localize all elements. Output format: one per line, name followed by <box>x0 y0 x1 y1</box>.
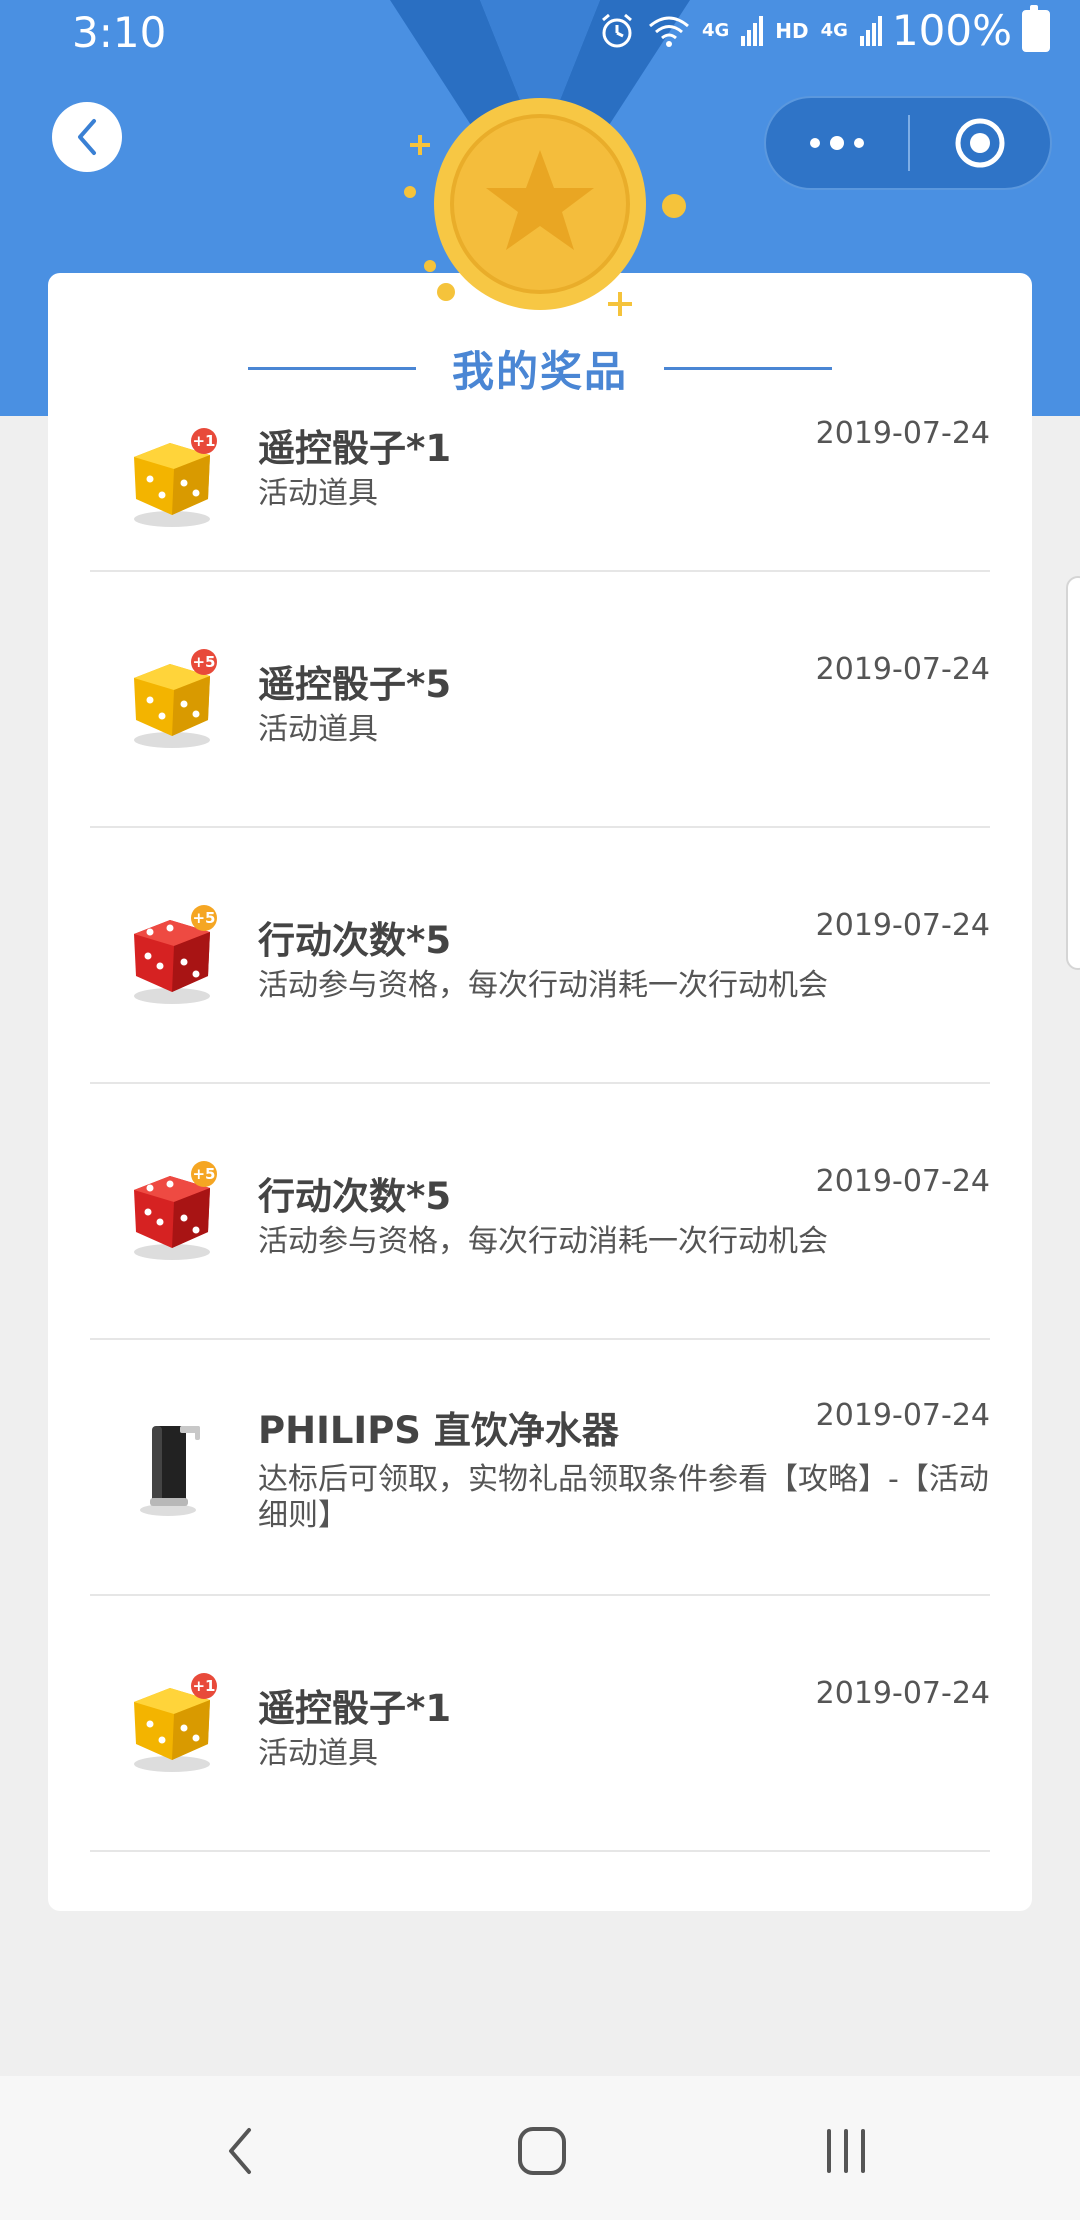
prize-date: 2019-07-24 <box>815 908 990 943</box>
prize-name: 行动次数*5 <box>258 919 452 962</box>
prize-item[interactable]: +5 行动次数*5 活动参与资格，每次行动消耗一次行动机会 2019-07-24 <box>90 828 990 1084</box>
svg-text:+1: +1 <box>192 432 215 450</box>
close-miniprogram-button[interactable] <box>910 98 1050 188</box>
prize-card: 我的奖品 +1 遥控骰子*1 活动道具 2019-07-24 +5 遥控骰子*5… <box>48 273 1032 1911</box>
prize-desc: 活动道具 <box>258 712 378 747</box>
dice-red-plus5-icon: +5 <box>134 905 217 1004</box>
prize-name: 行动次数*5 <box>258 1175 452 1218</box>
prize-list: +1 遥控骰子*1 活动道具 2019-07-24 +5 遥控骰子*5 活动道具… <box>90 416 990 1852</box>
dice-gold-plus1-icon: +1 <box>134 1673 217 1772</box>
title-line-right <box>664 366 832 370</box>
system-nav-bar <box>0 2076 1080 2220</box>
signal-icon-1 <box>741 15 764 46</box>
network-label-1: 4G <box>701 20 730 41</box>
dice-red-plus5-icon: +5 <box>134 1161 217 1260</box>
svg-text:+5: +5 <box>192 909 215 927</box>
chevron-left-icon <box>78 119 96 155</box>
nav-back-button[interactable] <box>200 2116 280 2186</box>
prize-desc: 活动参与资格，每次行动消耗一次行动机会 <box>258 968 828 1003</box>
prize-date: 2019-07-24 <box>815 1676 990 1711</box>
signal-icon-2 <box>859 15 882 46</box>
nav-recent-icon <box>827 2129 865 2173</box>
prize-desc: 活动参与资格，每次行动消耗一次行动机会 <box>258 1224 828 1259</box>
gold-medal-icon <box>404 98 686 316</box>
prize-item[interactable]: +5 行动次数*5 活动参与资格，每次行动消耗一次行动机会 2019-07-24 <box>90 1084 990 1340</box>
prize-date: 2019-07-24 <box>815 416 990 451</box>
nav-home-icon <box>518 2127 566 2175</box>
edge-panel-handle[interactable] <box>1066 576 1080 970</box>
svg-text:+1: +1 <box>192 1677 215 1695</box>
more-dots-icon <box>810 136 864 150</box>
prize-date: 2019-07-24 <box>815 1398 990 1433</box>
prize-desc: 达标后可领取，实物礼品领取条件参看【攻略】-【活动细则】 <box>258 1462 989 1533</box>
page-title: 我的奖品 <box>451 346 628 396</box>
prize-name: 遥控骰子*1 <box>258 1687 452 1730</box>
prize-date: 2019-07-24 <box>815 652 990 687</box>
miniprogram-capsule <box>764 96 1052 190</box>
nav-back-icon <box>229 2128 251 2174</box>
target-close-icon <box>955 118 1005 168</box>
nav-recent-apps-button[interactable] <box>806 2116 886 2186</box>
prize-name: 遥控骰子*5 <box>258 663 452 706</box>
prize-date: 2019-07-24 <box>815 1164 990 1199</box>
more-button[interactable] <box>766 98 908 188</box>
prize-item[interactable]: +1 遥控骰子*1 活动道具 2019-07-24 <box>90 1596 990 1852</box>
hd-label: HD <box>775 18 809 43</box>
prize-name: 遥控骰子*1 <box>258 427 452 470</box>
prize-desc: 活动道具 <box>258 476 378 511</box>
dice-gold-plus5-icon: +5 <box>134 649 217 748</box>
wifi-icon <box>648 16 689 47</box>
prize-name: PHILIPS 直饮净水器 <box>258 1409 619 1452</box>
prize-desc: 活动道具 <box>258 1736 378 1771</box>
status-bar: 3:10 4G HD 4G 100% <box>0 0 1080 70</box>
nav-home-button[interactable] <box>502 2116 582 2186</box>
svg-text:+5: +5 <box>192 653 215 671</box>
prize-item[interactable]: +1 遥控骰子*1 活动道具 2019-07-24 <box>90 416 990 572</box>
battery-percent: 100% <box>891 6 1012 55</box>
title-line-left <box>247 366 416 370</box>
battery-icon <box>1022 4 1050 52</box>
alarm-icon <box>601 13 632 47</box>
dice-gold-plus1-icon: +1 <box>134 427 217 527</box>
network-label-2: 4G <box>820 20 848 41</box>
water-purifier-icon <box>140 1426 200 1516</box>
prize-item[interactable]: +5 遥控骰子*5 活动道具 2019-07-24 <box>90 572 990 828</box>
status-time: 3:10 <box>72 8 167 57</box>
card-title-row: 我的奖品 <box>48 338 1032 398</box>
back-button[interactable] <box>52 102 122 172</box>
svg-text:+5: +5 <box>192 1165 215 1183</box>
prize-item[interactable]: PHILIPS 直饮净水器 达标后可领取，实物礼品领取条件参看【攻略】-【活动细… <box>90 1340 990 1596</box>
